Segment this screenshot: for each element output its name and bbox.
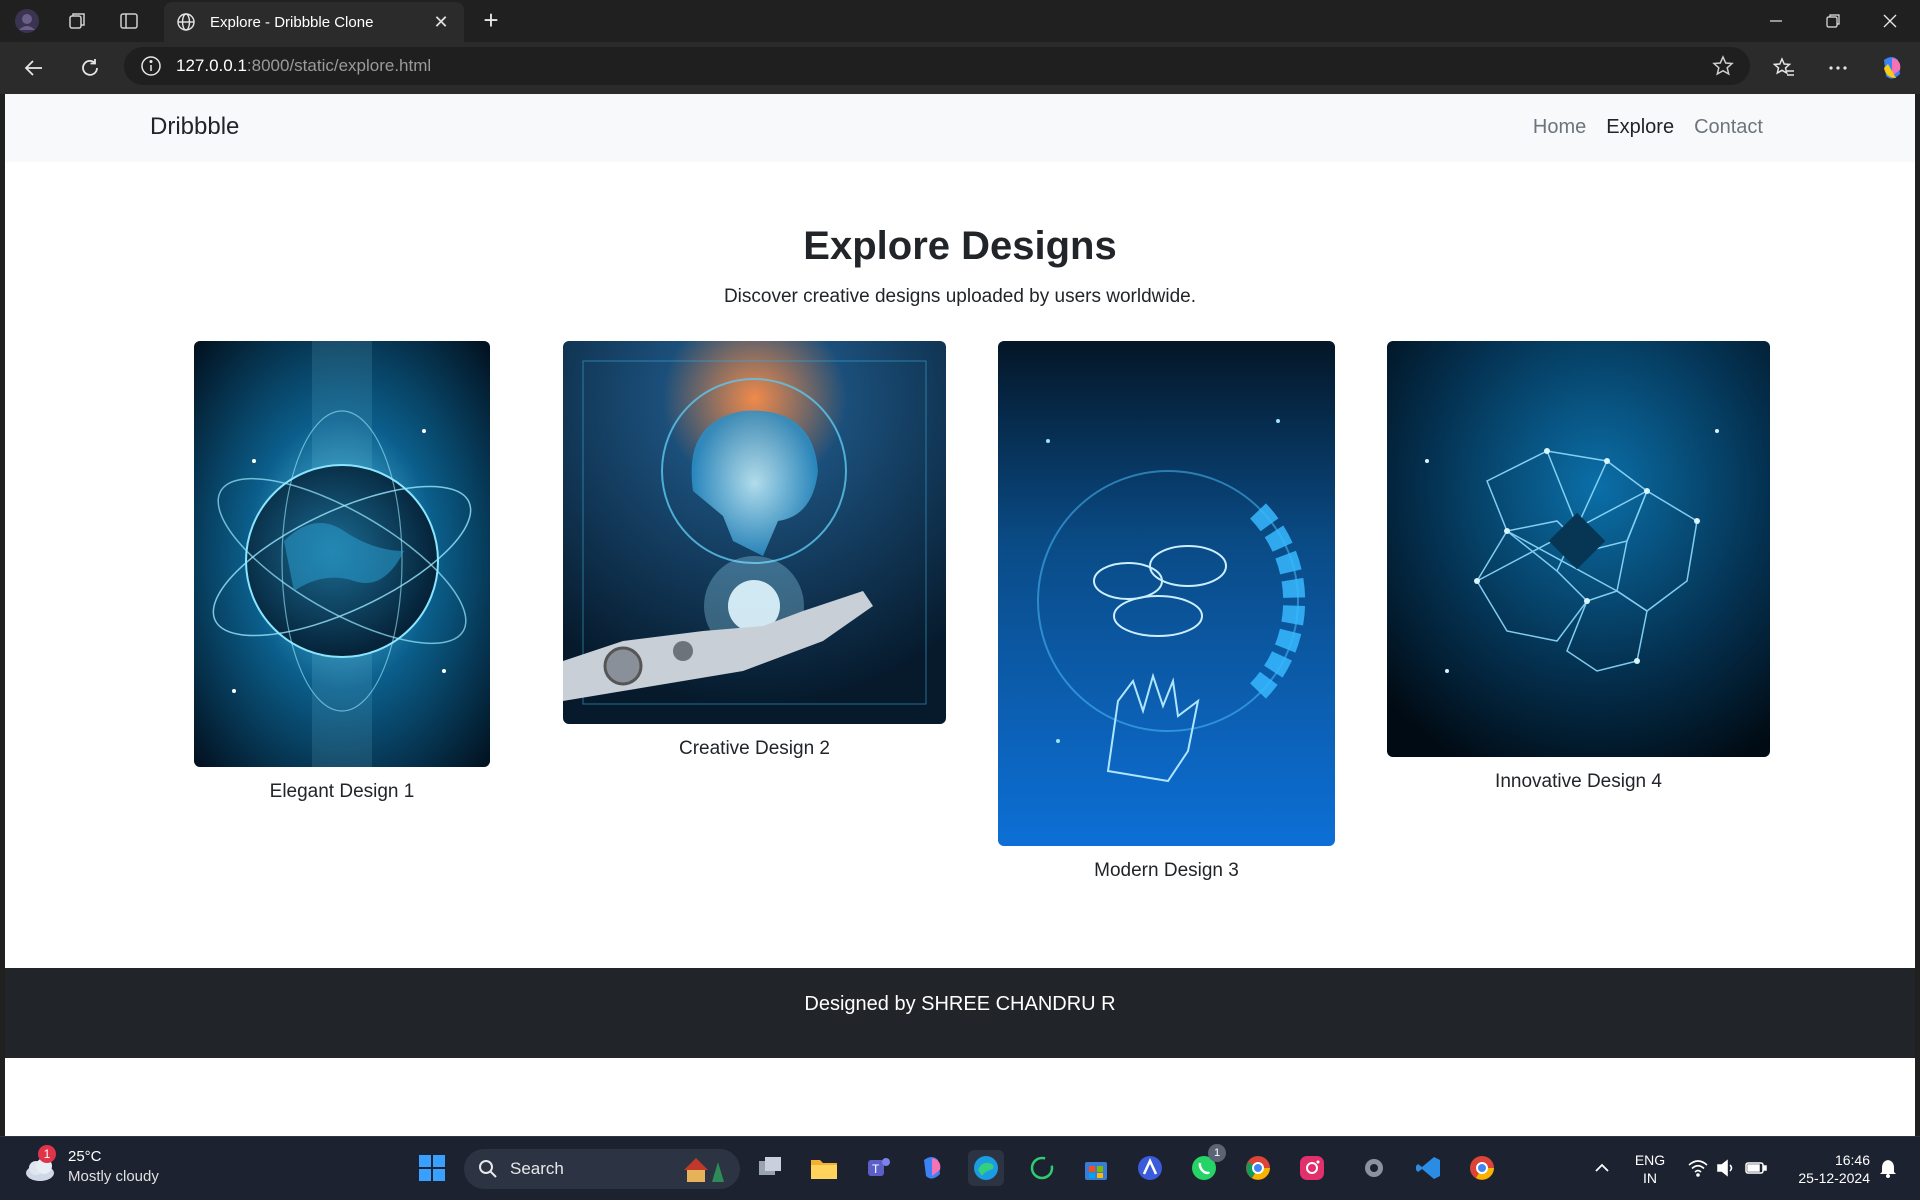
- task-view-icon[interactable]: [752, 1150, 788, 1186]
- restore-icon[interactable]: [1813, 6, 1853, 36]
- minimize-icon[interactable]: [1756, 6, 1796, 36]
- app-a-icon[interactable]: [1132, 1150, 1168, 1186]
- design-card[interactable]: Modern Design 3: [998, 341, 1335, 882]
- svg-text:T: T: [872, 1162, 880, 1176]
- reload-icon[interactable]: [74, 52, 106, 84]
- new-tab-button[interactable]: +: [478, 7, 504, 34]
- copilot-icon[interactable]: [1876, 52, 1908, 84]
- holiday-house-icon: [684, 1158, 724, 1182]
- clock-time: 16:46: [1834, 1152, 1870, 1168]
- card-caption: Modern Design 3: [1094, 860, 1239, 881]
- more-options-icon[interactable]: [1822, 52, 1854, 84]
- url-path: :8000/static/explore.html: [246, 56, 432, 75]
- copilot-app-icon[interactable]: [914, 1150, 950, 1186]
- site-info-icon[interactable]: [140, 55, 162, 77]
- tab-title: Explore - Dribbble Clone: [210, 13, 374, 31]
- nav-link-home[interactable]: Home: [1533, 116, 1586, 139]
- site-navbar: Dribbble Home Explore Contact: [5, 94, 1915, 162]
- windows-taskbar: 1 25°C Mostly cloudy Search T 1 ENG IN 1…: [0, 1136, 1920, 1200]
- address-bar[interactable]: 127.0.0.1:8000/static/explore.html: [124, 47, 1750, 85]
- weather-widget[interactable]: 1 25°C Mostly cloudy: [22, 1145, 159, 1187]
- settings-gear-icon[interactable]: [1356, 1150, 1392, 1186]
- chrome-profile-icon[interactable]: [1464, 1150, 1500, 1186]
- taskbar-search[interactable]: Search: [464, 1149, 740, 1189]
- url-host: 127.0.0.1: [176, 56, 247, 75]
- page-viewport: Dribbble Home Explore Contact Explore De…: [5, 94, 1915, 1136]
- teams-icon[interactable]: T: [860, 1150, 896, 1186]
- network-hands-image[interactable]: [1387, 341, 1770, 757]
- card-caption: Elegant Design 1: [269, 781, 415, 802]
- profile-avatar-icon[interactable]: [14, 8, 40, 34]
- whatsapp-badge: 1: [1208, 1144, 1226, 1162]
- nav-links: Home Explore Contact: [1533, 116, 1763, 139]
- browser-tab-bar: Explore - Dribbble Clone ✕ +: [0, 0, 1920, 42]
- vscode-icon[interactable]: [1410, 1150, 1446, 1186]
- weather-condition: Mostly cloudy: [68, 1168, 159, 1185]
- robot-hand-brain-image[interactable]: [563, 341, 946, 724]
- workspaces-icon[interactable]: [64, 8, 90, 34]
- close-tab-icon[interactable]: ✕: [430, 12, 452, 33]
- chevron-up-icon[interactable]: [1584, 1150, 1620, 1186]
- nav-link-contact[interactable]: Contact: [1694, 116, 1763, 139]
- favorite-star-icon[interactable]: [1712, 55, 1734, 77]
- search-icon: [479, 1160, 497, 1178]
- language-indicator[interactable]: ENG IN: [1630, 1151, 1670, 1187]
- glowing-earth-orbit-image[interactable]: [194, 341, 490, 767]
- weather-badge: 1: [38, 1145, 56, 1163]
- page-subtitle: Discover creative designs uploaded by us…: [723, 286, 1197, 307]
- clock-date: 25-12-2024: [1798, 1170, 1870, 1186]
- chrome-icon[interactable]: [1240, 1150, 1276, 1186]
- card-caption: Creative Design 2: [678, 738, 831, 759]
- refresh-app-icon[interactable]: [1024, 1150, 1060, 1186]
- site-footer: Designed by SHREE CHANDRU R: [5, 968, 1915, 1058]
- search-label: Search: [510, 1159, 564, 1178]
- address-toolbar: 127.0.0.1:8000/static/explore.html: [0, 42, 1920, 94]
- cloud-weather-icon: 1: [22, 1145, 58, 1185]
- globe-icon: [177, 13, 195, 31]
- favorites-icon[interactable]: [1768, 52, 1800, 84]
- whatsapp-icon[interactable]: 1: [1186, 1144, 1226, 1186]
- weather-temp: 25°C: [68, 1148, 102, 1165]
- page-title: Explore Designs: [803, 224, 1117, 268]
- battery-icon[interactable]: [1738, 1150, 1774, 1186]
- cloud-circuit-hand-image[interactable]: [998, 341, 1335, 846]
- nav-link-explore[interactable]: Explore: [1606, 116, 1674, 139]
- active-tab[interactable]: Explore - Dribbble Clone ✕: [164, 2, 464, 42]
- vertical-tabs-icon[interactable]: [116, 8, 142, 34]
- site-brand[interactable]: Dribbble: [150, 113, 239, 141]
- windows-start-icon[interactable]: [414, 1150, 450, 1186]
- lang-top: ENG: [1634, 1152, 1666, 1168]
- back-arrow-icon[interactable]: [18, 52, 50, 84]
- instagram-icon[interactable]: [1294, 1150, 1330, 1186]
- microsoft-store-icon[interactable]: [1078, 1150, 1114, 1186]
- card-caption: Innovative Design 4: [1495, 771, 1662, 792]
- notification-bell-icon[interactable]: [1870, 1150, 1906, 1186]
- edge-browser-icon[interactable]: [968, 1150, 1004, 1186]
- lang-bottom: IN: [1643, 1170, 1657, 1186]
- close-window-icon[interactable]: [1870, 6, 1910, 36]
- design-card[interactable]: Elegant Design 1: [194, 341, 490, 803]
- design-card[interactable]: Creative Design 2: [563, 341, 946, 760]
- file-explorer-icon[interactable]: [806, 1150, 842, 1186]
- design-card[interactable]: Innovative Design 4: [1387, 341, 1770, 793]
- clock[interactable]: 16:46 25-12-2024: [1780, 1151, 1870, 1187]
